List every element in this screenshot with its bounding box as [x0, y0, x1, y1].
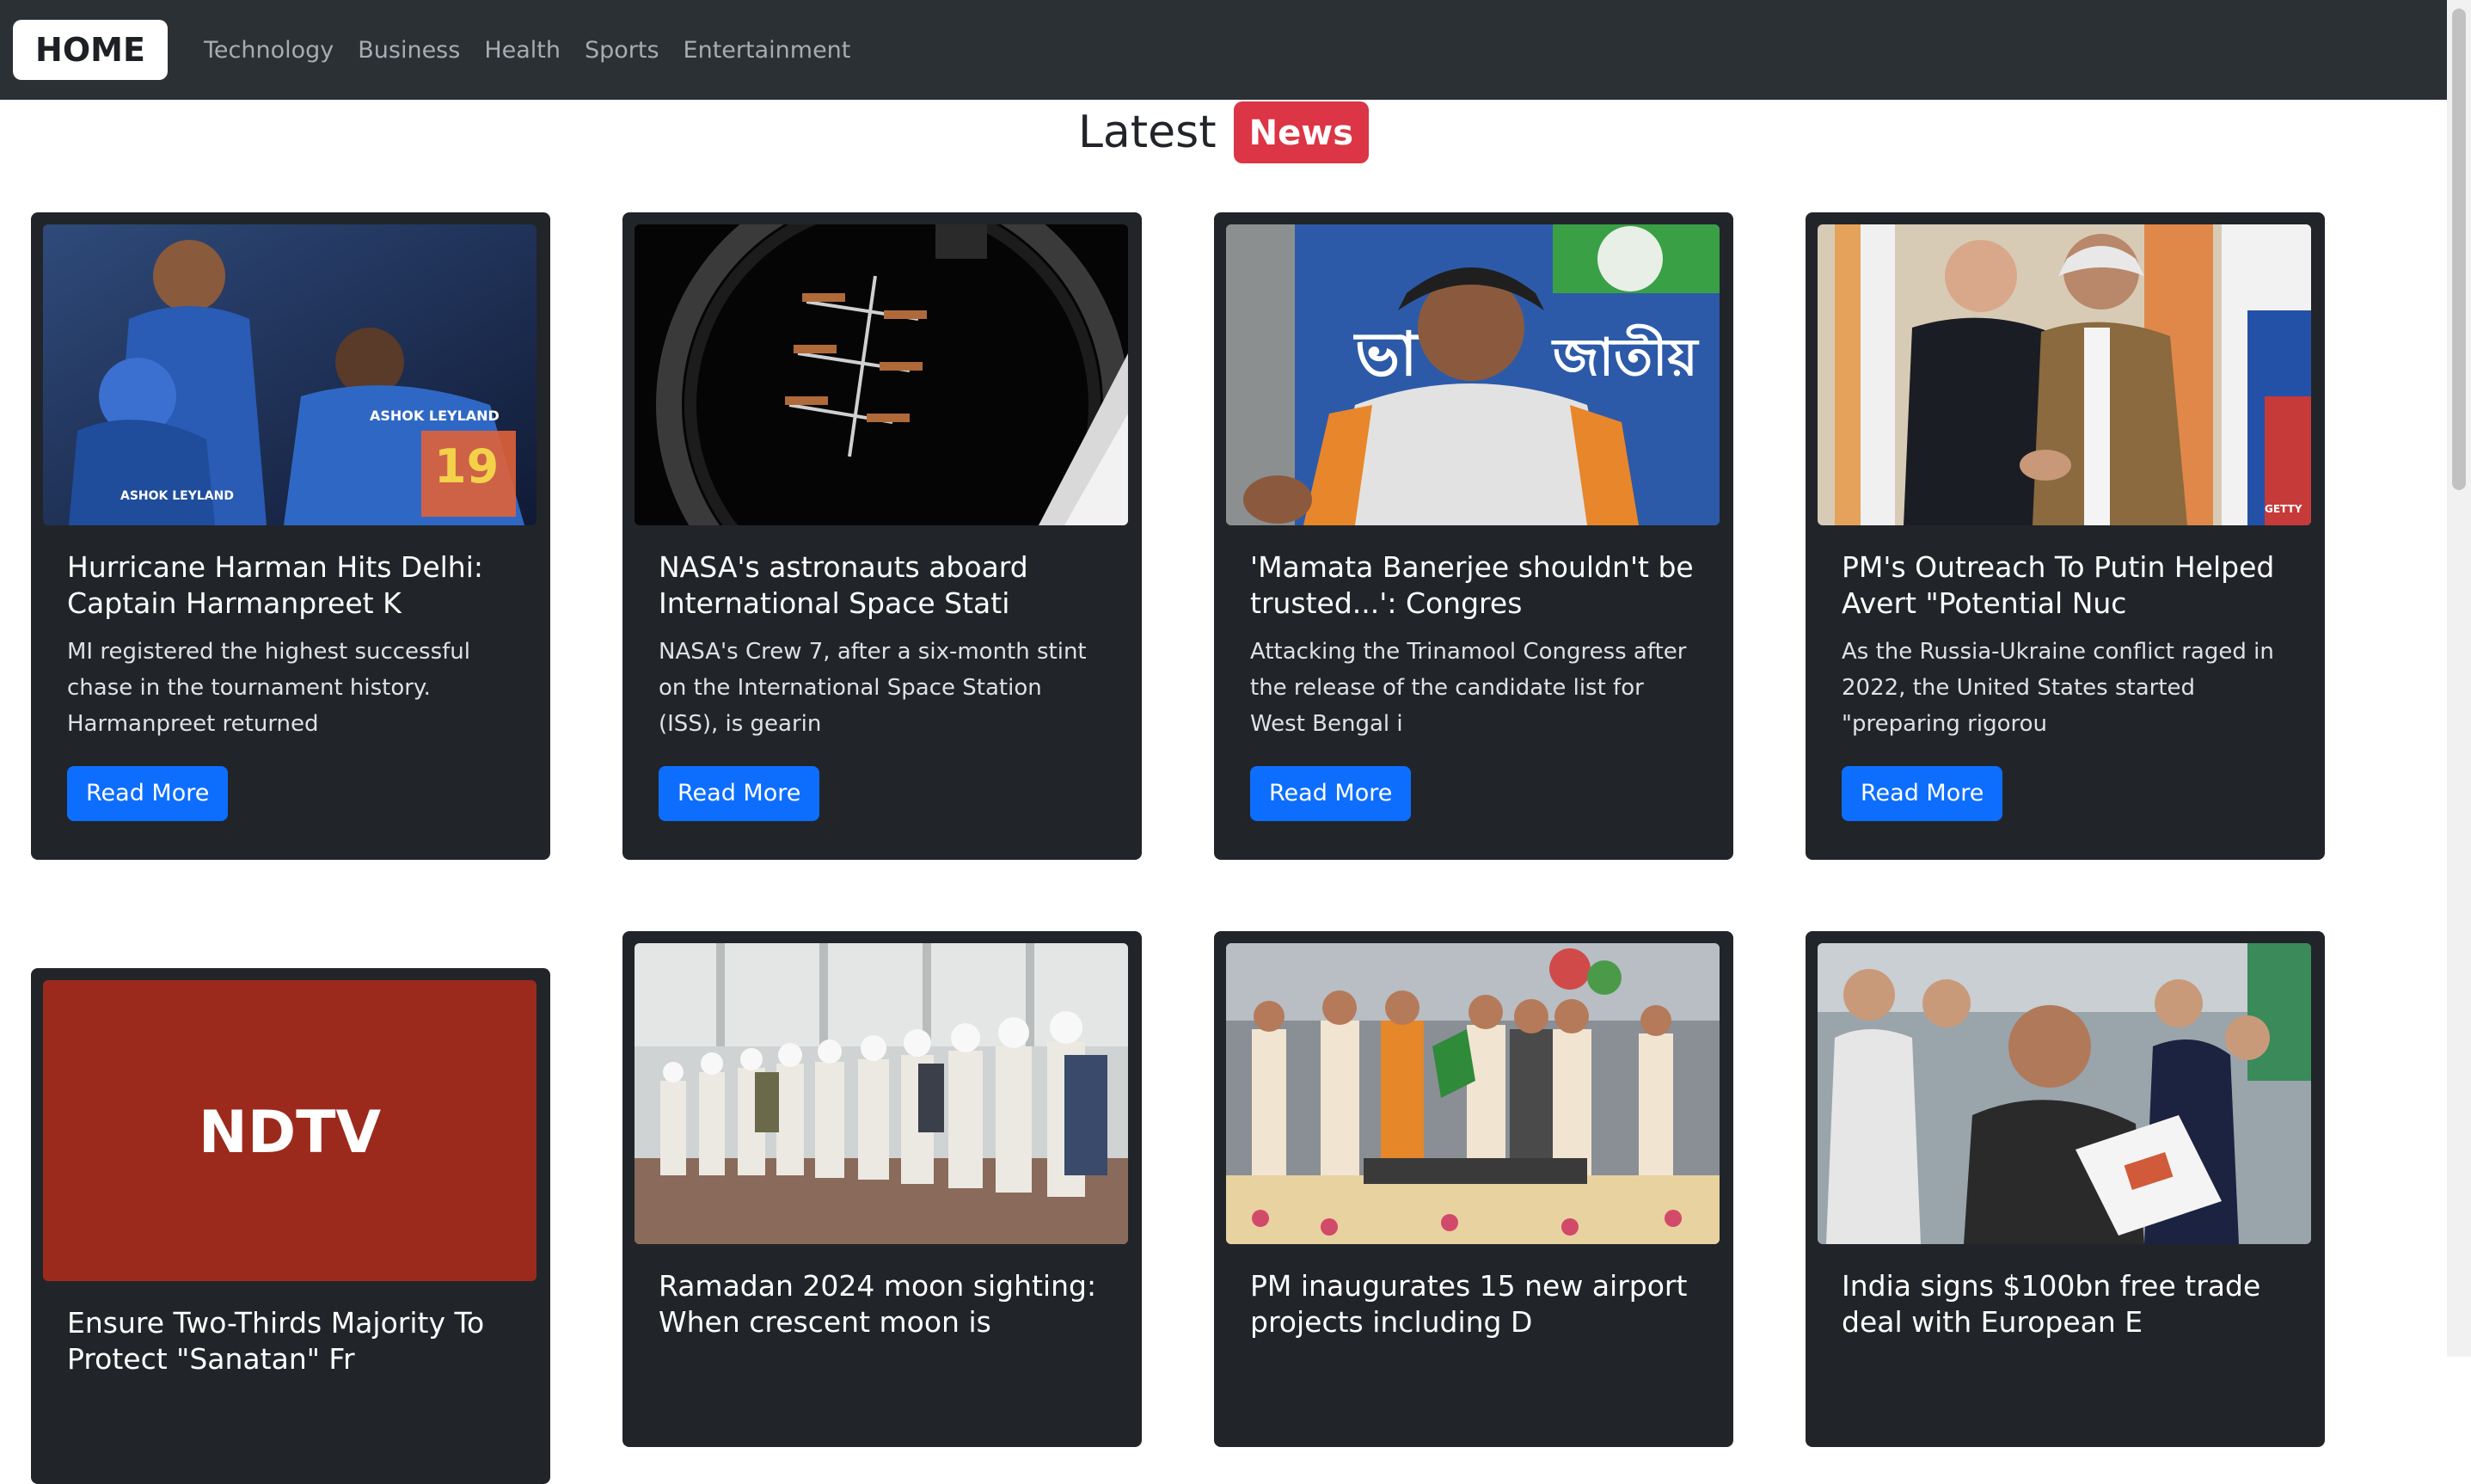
news-card: PM inaugurates 15 new airport projects i… — [1214, 931, 1733, 1447]
banner-text: জাতীয় — [1551, 324, 1700, 388]
card-image-handshake: GETTY — [1818, 224, 2311, 525]
news-card: India signs $100bn free trade deal with … — [1806, 931, 2325, 1447]
news-card: ভা জাতীয় 'Mamata Banerjee shouldn't be … — [1214, 212, 1733, 860]
news-card: GETTY PM's Outreach To Putin Helped Aver… — [1806, 212, 2325, 860]
card-title: Ensure Two-Thirds Majority To Protect "S… — [67, 1306, 485, 1376]
news-card: NASA's astronauts aboard International S… — [622, 212, 1142, 860]
page-scrollbar[interactable] — [2447, 0, 2471, 1357]
read-more-button[interactable]: Read More — [659, 766, 820, 821]
card-image-trade-deal — [1818, 943, 2311, 1244]
news-card: NDTV Ensure Two-Thirds Majority To Prote… — [31, 968, 550, 1484]
news-card: 19 ASHOK LEYLAND ASHOK LEYLAND Hurricane… — [31, 212, 550, 860]
card-image-ndtv-logo: NDTV — [43, 980, 537, 1281]
card-title: Ramadan 2024 moon sighting: When crescen… — [659, 1269, 1097, 1339]
read-more-button[interactable]: Read More — [1842, 766, 2003, 821]
card-image-cricket: 19 ASHOK LEYLAND ASHOK LEYLAND — [43, 224, 537, 525]
card-title: 'Mamata Banerjee shouldn't be trusted...… — [1250, 550, 1694, 620]
image-credit-text: GETTY — [2265, 503, 2302, 515]
card-title: PM inaugurates 15 new airport projects i… — [1250, 1269, 1688, 1339]
card-image-politician: ভা জাতীয় — [1226, 224, 1720, 525]
card-description: As the Russia-Ukraine conflict raged in … — [1842, 639, 2274, 737]
jersey-number-text: 19 — [434, 439, 499, 494]
card-image-space-station — [635, 224, 1128, 525]
card-title: Hurricane Harman Hits Delhi: Captain Har… — [67, 550, 484, 620]
ndtv-logo-text: NDTV — [199, 1099, 382, 1167]
banner-text: ভা — [1353, 319, 1419, 389]
card-image-inauguration — [1226, 943, 1720, 1244]
jersey-sponsor-text: ASHOK LEYLAND — [370, 408, 500, 424]
card-title: NASA's astronauts aboard International S… — [659, 550, 1028, 620]
card-title: India signs $100bn free trade deal with … — [1842, 1269, 2261, 1339]
news-grid: 19 ASHOK LEYLAND ASHOK LEYLAND Hurricane… — [0, 0, 2447, 1484]
card-description: Attacking the Trinamool Congress after t… — [1250, 639, 1687, 737]
card-description: NASA's Crew 7, after a six-month stint o… — [659, 639, 1087, 737]
read-more-button[interactable]: Read More — [67, 766, 229, 821]
card-image-prayer — [635, 943, 1128, 1244]
read-more-button[interactable]: Read More — [1250, 766, 1412, 821]
card-description: MI registered the highest successful cha… — [67, 639, 471, 737]
jersey-sponsor-text: ASHOK LEYLAND — [120, 489, 234, 503]
card-title: PM's Outreach To Putin Helped Avert "Pot… — [1842, 550, 2275, 620]
scrollbar-thumb[interactable] — [2452, 9, 2466, 490]
news-card: Ramadan 2024 moon sighting: When crescen… — [622, 931, 1142, 1447]
